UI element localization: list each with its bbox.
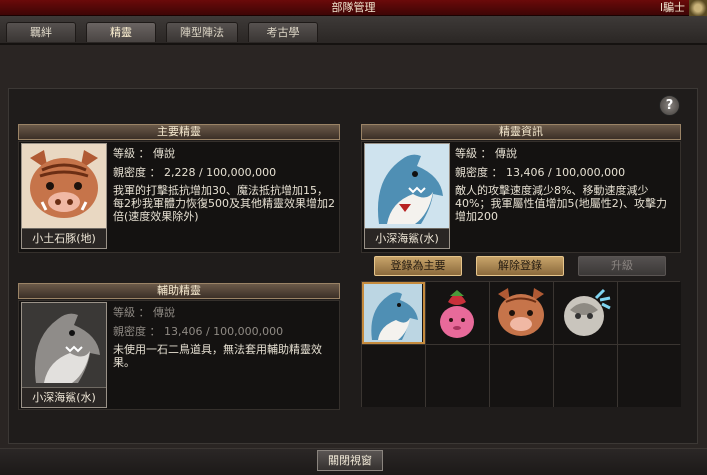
unregister-button[interactable]: 解除登錄 <box>476 256 564 276</box>
tab-archaeology[interactable]: 考古學 <box>248 22 318 42</box>
level-label: 等級 <box>113 306 135 319</box>
upgrade-button[interactable]: 升級 <box>578 256 666 276</box>
intimacy-label: 親密度 <box>113 325 146 338</box>
main-spirit-info: 等級 ： 傳說 親密度 ： 2,228 / 100,000,000 我軍的打擊抵… <box>113 146 335 223</box>
inventory-slot-empty[interactable] <box>490 345 553 407</box>
main-spirit-name: 小土石豚(地) <box>22 228 106 248</box>
level-value: ： 傳說 <box>138 147 176 160</box>
tab-spirits[interactable]: 精靈 <box>86 22 156 42</box>
close-window-button[interactable]: 關閉視窗 <box>317 450 383 471</box>
inventory-slot-empty[interactable] <box>554 345 617 407</box>
intimacy-label: 親密度 <box>455 166 488 179</box>
shark-icon <box>364 284 422 342</box>
divider <box>0 43 707 45</box>
spirit-info-description: 敵人的攻擊速度減少8%、移動速度減少40%；我軍屬性值增加5(地屬性2)、攻擊力… <box>455 184 668 223</box>
main-spirit-portrait[interactable]: 小土石豚(地) <box>21 143 107 249</box>
sub-spirit-name: 小深海鯊(水) <box>22 387 106 407</box>
inventory-slot-ghost[interactable] <box>554 282 617 344</box>
spirit-info-header: 精靈資訊 <box>361 124 681 140</box>
inventory-slot-empty[interactable] <box>362 345 425 407</box>
inventory-slot-empty[interactable] <box>618 345 681 407</box>
shark-gray-icon <box>22 303 106 387</box>
level-value: ： 傳說 <box>480 147 518 160</box>
main-spirit-header: 主要精靈 <box>18 124 340 140</box>
inventory-slot-strawberry[interactable] <box>426 282 489 344</box>
intimacy-value: ： 2,228 / 100,000,000 <box>149 166 277 179</box>
tab-bonds[interactable]: 羈絆 <box>6 22 76 42</box>
corner-label: l騙士 <box>659 1 685 14</box>
inventory-slot-shark[interactable] <box>362 282 425 344</box>
shark-icon <box>365 144 449 228</box>
window-title: 部隊管理 <box>331 1 376 14</box>
tab-bar: 羈絆 精靈 陣型陣法 考古學 <box>0 16 707 44</box>
sub-spirit-description: 未使用一石二鳥道具，無法套用輔助精靈效果。 <box>113 343 322 369</box>
level-label: 等級 <box>113 147 135 160</box>
ghost-icon <box>564 288 611 336</box>
spirit-info-portrait[interactable]: 小深海鯊(水) <box>364 143 450 249</box>
register-main-button[interactable]: 登錄為主要 <box>374 256 462 276</box>
inventory-slot-empty[interactable] <box>426 345 489 407</box>
tab-formation[interactable]: 陣型陣法 <box>166 22 238 42</box>
inventory-slot-boar[interactable] <box>490 282 553 344</box>
sub-spirit-info: 等級 ： 傳說 親密度 ： 13,406 / 100,000,000 未使用一石… <box>113 305 335 369</box>
boar-icon <box>22 144 106 228</box>
intimacy-value: ： 13,406 / 100,000,000 <box>491 166 626 179</box>
intimacy-value: ： 13,406 / 100,000,000 <box>149 325 284 338</box>
level-value: ： 傳說 <box>138 306 176 319</box>
sub-spirit-portrait[interactable]: 小深海鯊(水) <box>21 302 107 408</box>
level-label: 等級 <box>455 147 477 160</box>
sub-spirit-header: 輔助精靈 <box>18 283 340 299</box>
intimacy-label: 親密度 <box>113 166 146 179</box>
spirit-info-details: 等級 ： 傳說 親密度 ： 13,406 / 100,000,000 敵人的攻擊… <box>455 146 677 223</box>
inventory-slot-empty[interactable] <box>618 282 681 344</box>
title-bar: 部隊管理 l騙士 <box>0 0 707 16</box>
boar-icon <box>498 288 544 336</box>
ornament-icon <box>689 0 707 16</box>
strawberry-icon <box>440 290 474 338</box>
main-spirit-description: 我軍的打擊抵抗增加30、魔法抵抗增加15，每2秒我軍體力恢復500及其他精靈效果… <box>113 184 335 223</box>
help-icon[interactable]: ? <box>659 95 680 116</box>
spirit-info-name: 小深海鯊(水) <box>365 228 449 248</box>
spirit-inventory-grid <box>361 281 681 407</box>
